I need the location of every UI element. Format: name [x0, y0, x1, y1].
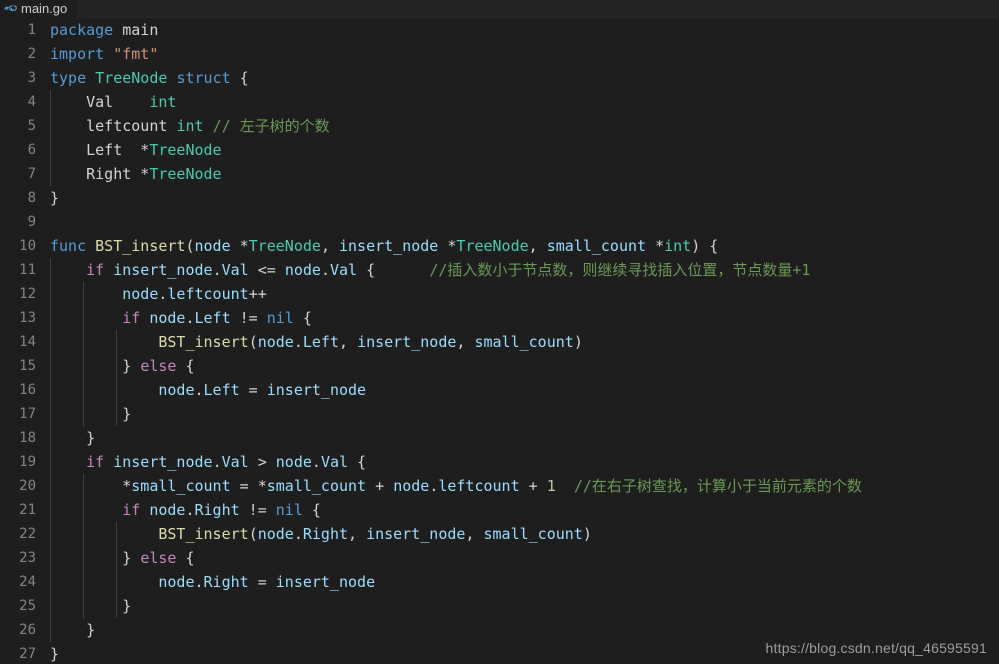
- code-line[interactable]: 17 }: [0, 402, 999, 426]
- code-line[interactable]: 3 type TreeNode struct {: [0, 66, 999, 90]
- line-content[interactable]: }: [44, 594, 999, 618]
- line-number: 15: [19, 358, 36, 374]
- line-number: 25: [19, 598, 36, 614]
- line-number: 22: [19, 526, 36, 542]
- code-editor[interactable]: 1 package main 2 import "fmt" 3 type Tre…: [0, 18, 999, 664]
- line-content[interactable]: Val int: [44, 90, 999, 114]
- line-content[interactable]: leftcount int // 左子树的个数: [44, 114, 999, 138]
- code-line[interactable]: 7 Right *TreeNode: [0, 162, 999, 186]
- code-line[interactable]: 5 leftcount int // 左子树的个数: [0, 114, 999, 138]
- line-number: 21: [19, 502, 36, 518]
- line-content[interactable]: } else {: [44, 546, 999, 570]
- line-number: 12: [19, 286, 36, 302]
- line-number: 24: [19, 574, 36, 590]
- line-number: 14: [19, 334, 36, 350]
- line-content[interactable]: node.Right = insert_node: [44, 570, 999, 594]
- code-line[interactable]: 11 if insert_node.Val <= node.Val { //插入…: [0, 258, 999, 282]
- code-line[interactable]: 22 BST_insert(node.Right, insert_node, s…: [0, 522, 999, 546]
- code-line[interactable]: 21 if node.Right != nil {: [0, 498, 999, 522]
- line-content[interactable]: if node.Right != nil {: [44, 498, 999, 522]
- line-content[interactable]: Right *TreeNode: [44, 162, 999, 186]
- line-content[interactable]: }: [44, 402, 999, 426]
- tab-label: main.go: [21, 1, 68, 16]
- line-content[interactable]: } else {: [44, 354, 999, 378]
- line-content[interactable]: *small_count = *small_count + node.leftc…: [44, 474, 999, 498]
- line-number: 19: [19, 454, 36, 470]
- line-content[interactable]: if insert_node.Val <= node.Val { //插入数小于…: [44, 258, 999, 282]
- code-lines[interactable]: 1 package main 2 import "fmt" 3 type Tre…: [0, 18, 999, 664]
- line-number: 10: [19, 238, 36, 254]
- code-line[interactable]: 6 Left *TreeNode: [0, 138, 999, 162]
- go-file-icon: [4, 4, 17, 11]
- line-number: 16: [19, 382, 36, 398]
- line-content[interactable]: import "fmt": [44, 42, 999, 66]
- line-content[interactable]: if insert_node.Val > node.Val {: [44, 450, 999, 474]
- code-line[interactable]: 10 func BST_insert(node *TreeNode, inser…: [0, 234, 999, 258]
- code-line[interactable]: 8 }: [0, 186, 999, 210]
- line-number: 2: [27, 46, 36, 62]
- line-content[interactable]: [44, 210, 999, 234]
- line-number: 8: [27, 190, 36, 206]
- line-content[interactable]: BST_insert(node.Left, insert_node, small…: [44, 330, 999, 354]
- line-content[interactable]: node.Left = insert_node: [44, 378, 999, 402]
- line-number: 26: [19, 622, 36, 638]
- code-line[interactable]: 12 node.leftcount++: [0, 282, 999, 306]
- code-line[interactable]: 1 package main: [0, 18, 999, 42]
- line-content[interactable]: }: [44, 618, 999, 642]
- line-number: 7: [27, 166, 36, 182]
- line-content[interactable]: }: [44, 426, 999, 450]
- code-line[interactable]: 14 BST_insert(node.Left, insert_node, sm…: [0, 330, 999, 354]
- line-content[interactable]: Left *TreeNode: [44, 138, 999, 162]
- line-number: 5: [27, 118, 36, 134]
- line-number: 11: [19, 262, 36, 278]
- line-content[interactable]: if node.Left != nil {: [44, 306, 999, 330]
- code-line[interactable]: 24 node.Right = insert_node: [0, 570, 999, 594]
- code-line[interactable]: 15 } else {: [0, 354, 999, 378]
- line-number: 27: [19, 646, 36, 662]
- code-line[interactable]: 2 import "fmt": [0, 42, 999, 66]
- code-line[interactable]: 23 } else {: [0, 546, 999, 570]
- line-content[interactable]: func BST_insert(node *TreeNode, insert_n…: [44, 234, 999, 258]
- code-line[interactable]: 4 Val int: [0, 90, 999, 114]
- line-content[interactable]: node.leftcount++: [44, 282, 999, 306]
- tab-main-go[interactable]: main.go: [0, 0, 78, 18]
- code-line[interactable]: 18 }: [0, 426, 999, 450]
- line-number: 20: [19, 478, 36, 494]
- code-line[interactable]: 9: [0, 210, 999, 234]
- line-number: 3: [27, 70, 36, 86]
- code-line[interactable]: 20 *small_count = *small_count + node.le…: [0, 474, 999, 498]
- line-content[interactable]: }: [44, 186, 999, 210]
- line-number: 4: [27, 94, 36, 110]
- line-number: 17: [19, 406, 36, 422]
- code-line[interactable]: 25 }: [0, 594, 999, 618]
- line-number: 23: [19, 550, 36, 566]
- code-line[interactable]: 19 if insert_node.Val > node.Val {: [0, 450, 999, 474]
- code-line[interactable]: 26 }: [0, 618, 999, 642]
- line-content[interactable]: package main: [44, 18, 999, 42]
- line-number: 9: [27, 214, 36, 230]
- line-number: 18: [19, 430, 36, 446]
- line-number: 6: [27, 142, 36, 158]
- code-line[interactable]: 16 node.Left = insert_node: [0, 378, 999, 402]
- line-content[interactable]: type TreeNode struct {: [44, 66, 999, 90]
- line-number: 13: [19, 310, 36, 326]
- editor-tab-bar: main.go: [0, 0, 999, 18]
- watermark-url: https://blog.csdn.net/qq_46595591: [765, 640, 987, 656]
- line-number: 1: [27, 22, 36, 38]
- line-content[interactable]: BST_insert(node.Right, insert_node, smal…: [44, 522, 999, 546]
- code-line[interactable]: 13 if node.Left != nil {: [0, 306, 999, 330]
